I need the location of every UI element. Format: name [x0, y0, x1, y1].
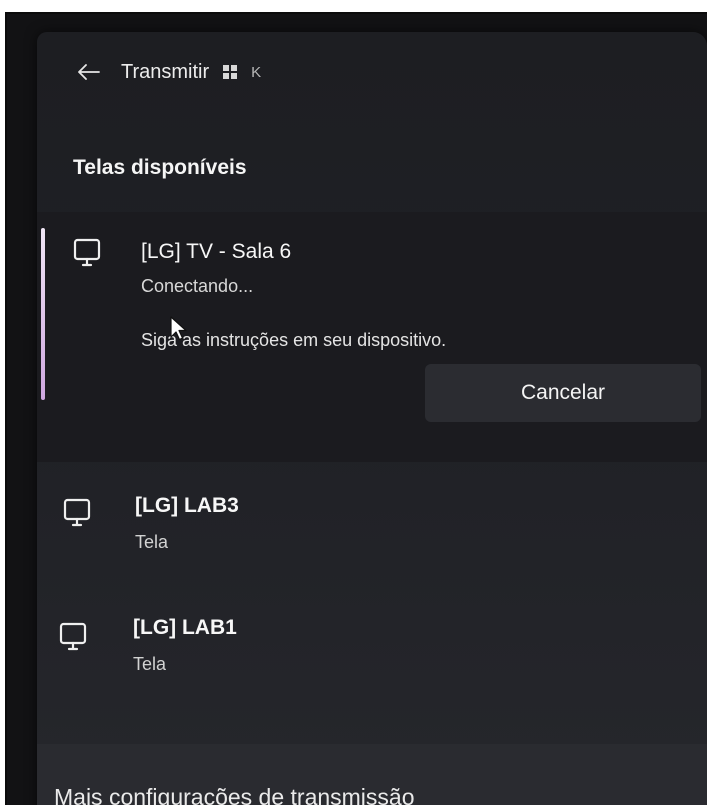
arrow-left-icon [78, 64, 100, 80]
device-status: Tela [135, 532, 169, 552]
device-name: [LG] TV - Sala 6 [141, 240, 292, 263]
more-cast-settings-link[interactable]: Mais configurações de transmissão [54, 784, 415, 805]
monitor-icon [63, 498, 91, 527]
device-item-lab1[interactable]: [LG] LAB1 Tela [37, 592, 707, 702]
device-item-selected[interactable]: [LG] TV - Sala 6 Conectando... Siga as i… [37, 212, 707, 462]
cancel-button[interactable]: Cancelar [425, 364, 701, 422]
device-status: Conectando... [141, 276, 254, 296]
device-name: [LG] LAB1 [133, 616, 237, 639]
device-name: [LG] LAB3 [135, 494, 239, 517]
monitor-icon [59, 622, 87, 651]
cast-panel: Transmitir K Telas disponíveis [LG] TV -… [37, 32, 707, 805]
windows-logo-icon [223, 65, 238, 79]
shortcut-key-label: K [251, 63, 262, 81]
page-title: Transmitir [121, 60, 210, 83]
panel-header: Transmitir K [37, 52, 261, 92]
monitor-icon [73, 238, 101, 267]
panel-footer: Mais configurações de transmissão [37, 744, 707, 805]
section-title: Telas disponíveis [73, 156, 247, 179]
selection-indicator [41, 228, 45, 400]
device-status: Tela [133, 654, 167, 674]
mouse-cursor-icon [170, 316, 187, 341]
screen-frame: Transmitir K Telas disponíveis [LG] TV -… [5, 12, 707, 805]
back-button[interactable] [71, 54, 107, 90]
device-item-lab3[interactable]: [LG] LAB3 Tela [37, 470, 707, 580]
